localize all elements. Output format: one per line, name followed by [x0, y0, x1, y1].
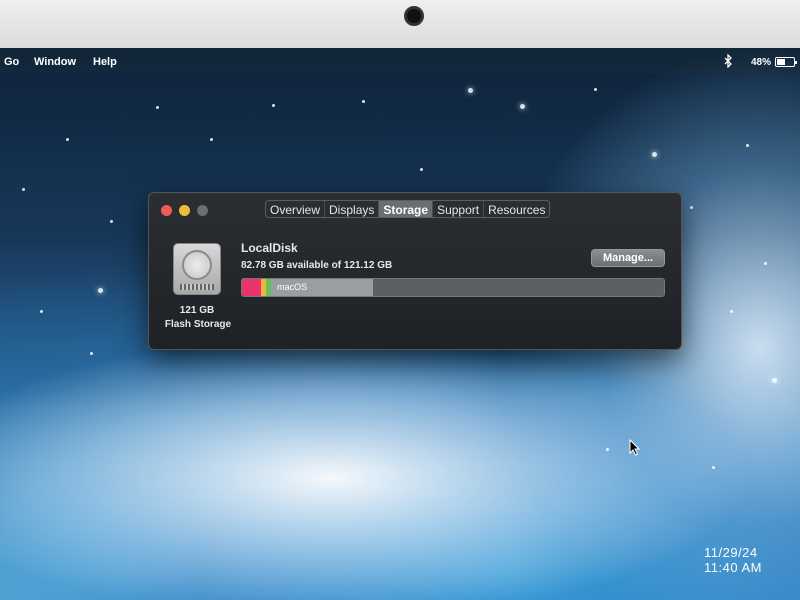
storage-usage-bar: macOS: [241, 278, 665, 297]
date-time-stamp: 11/29/24 11:40 AM: [704, 545, 762, 575]
manage-button[interactable]: Manage...: [591, 249, 665, 267]
star: [40, 310, 43, 313]
disk-platter: [182, 250, 212, 280]
battery-tip: [795, 61, 797, 64]
star: [362, 100, 365, 103]
star: [156, 106, 159, 109]
star: [272, 104, 275, 107]
star: [594, 88, 597, 91]
storage-segment[interactable]: macOS: [271, 279, 373, 296]
disk-availability: 82.78 GB available of 121.12 GB: [241, 260, 393, 271]
star: [66, 138, 69, 141]
menu-help[interactable]: Help: [93, 56, 117, 68]
storage-segment[interactable]: [372, 279, 664, 296]
tab-resources[interactable]: Resources: [484, 201, 549, 217]
star: [110, 220, 113, 223]
star: [712, 466, 715, 469]
battery-level-fill: [777, 59, 785, 65]
star: [520, 104, 525, 109]
battery-percent: 48%: [751, 57, 772, 68]
star: [746, 144, 749, 147]
tab-storage[interactable]: Storage: [379, 201, 434, 217]
time-text: 11:40 AM: [704, 560, 762, 575]
tab-support[interactable]: Support: [433, 201, 485, 217]
storage-segment[interactable]: [242, 279, 261, 296]
laptop-bezel: [0, 0, 800, 50]
about-this-mac-window: Overview Displays Storage Support Resour…: [148, 192, 682, 350]
star: [690, 206, 693, 209]
mouse-cursor-icon: [629, 439, 641, 456]
tab-bar: Overview Displays Storage Support Resour…: [265, 200, 551, 218]
disk-grill: [180, 284, 214, 290]
webcam: [404, 6, 424, 26]
desktop: Go Window Help 48% Overview Displays Sto…: [0, 48, 800, 600]
star: [420, 168, 423, 171]
hard-disk-icon: [173, 243, 221, 295]
bluetooth-icon[interactable]: [723, 54, 733, 68]
disk-name: LocalDisk: [241, 241, 298, 255]
menu-go[interactable]: Go: [4, 56, 19, 68]
tab-displays[interactable]: Displays: [325, 201, 380, 217]
disk-type: Flash Storage: [164, 319, 232, 330]
star: [606, 448, 609, 451]
battery-icon[interactable]: [775, 57, 797, 67]
date-text: 11/29/24: [704, 545, 758, 560]
star: [22, 188, 25, 191]
menu-window[interactable]: Window: [34, 56, 76, 68]
minimize-button[interactable]: [179, 205, 190, 216]
star: [772, 378, 777, 383]
close-button[interactable]: [161, 205, 172, 216]
star: [90, 352, 93, 355]
star: [652, 152, 657, 157]
star: [468, 88, 473, 93]
storage-segment-label: macOS: [277, 282, 308, 292]
tab-overview[interactable]: Overview: [266, 201, 326, 217]
zoom-button[interactable]: [197, 205, 208, 216]
star: [730, 310, 733, 313]
star: [98, 288, 103, 293]
star: [764, 262, 767, 265]
menu-bar: Go Window Help 48%: [0, 48, 800, 74]
star: [210, 138, 213, 141]
disk-size: 121 GB: [179, 305, 215, 316]
